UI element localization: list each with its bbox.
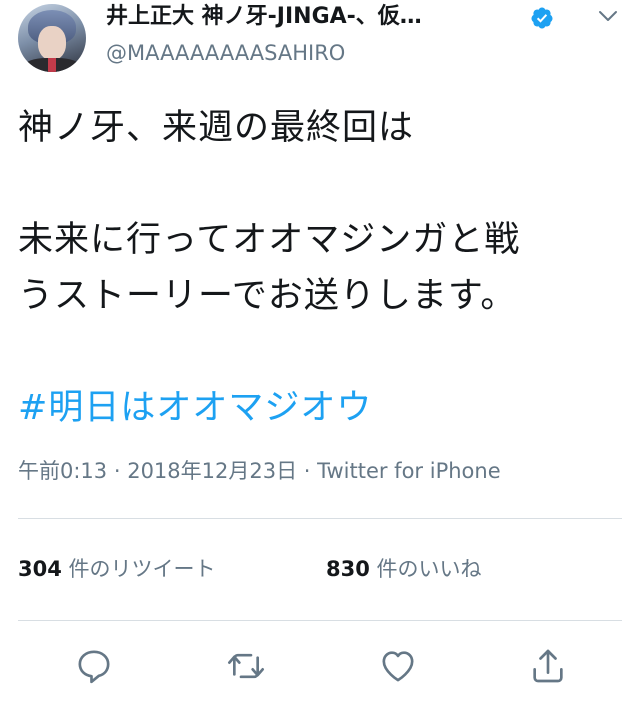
avatar-face xyxy=(38,26,66,60)
author-display-name[interactable]: 井上正大 神ノ牙-JINGA-、仮… xyxy=(106,2,526,32)
tweet-actions xyxy=(0,640,640,696)
tweet-text-line xyxy=(18,156,623,212)
avatar-tie xyxy=(48,58,56,72)
hashtag-link[interactable]: #明日はオオマジオウ xyxy=(18,380,623,436)
tweet-header: 井上正大 神ノ牙-JINGA-、仮… @MAAAAAAAASAHIRO xyxy=(0,0,640,80)
retweet-icon[interactable] xyxy=(226,646,266,686)
tweet-source[interactable]: Twitter for iPhone xyxy=(317,459,501,483)
verified-badge-icon xyxy=(530,6,554,30)
chevron-down-icon[interactable] xyxy=(596,4,620,28)
divider xyxy=(18,620,622,621)
tweet-stats: 304 件のリツイート 830 件のいいね xyxy=(18,554,482,584)
tweet-date[interactable]: 2018年12月23日 xyxy=(127,459,297,483)
tweet-text-line: 神ノ牙、来週の最終回は xyxy=(18,108,415,148)
tweet-metadata: 午前0:13 · 2018年12月23日 · Twitter for iPhon… xyxy=(18,456,501,486)
reply-icon[interactable] xyxy=(74,646,114,686)
heart-icon[interactable] xyxy=(378,646,418,686)
tweet-body: 神ノ牙、来週の最終回は 未来に行ってオオマジンガと戦 うストーリーでお送りします… xyxy=(18,100,623,436)
retweets-stat[interactable]: 304 件のリツイート xyxy=(18,554,326,584)
share-icon[interactable] xyxy=(528,646,568,686)
divider xyxy=(18,518,622,519)
tweet-text-line: うストーリーでお送りします。 xyxy=(18,276,517,316)
retweets-label: 件のリツイート xyxy=(61,557,216,581)
meta-separator: · xyxy=(297,459,318,483)
meta-separator: · xyxy=(107,459,128,483)
avatar[interactable] xyxy=(18,4,86,72)
likes-label: 件のいいね xyxy=(369,557,482,581)
retweets-count: 304 xyxy=(18,557,62,581)
tweet-text-line: 未来に行ってオオマジンガと戦 xyxy=(18,220,521,260)
likes-count: 830 xyxy=(326,557,370,581)
tweet-time[interactable]: 午前0:13 xyxy=(18,459,107,483)
tweet-text-line xyxy=(18,324,623,380)
author-handle[interactable]: @MAAAAAAAASAHIRO xyxy=(106,38,345,68)
likes-stat[interactable]: 830 件のいいね xyxy=(326,554,482,584)
